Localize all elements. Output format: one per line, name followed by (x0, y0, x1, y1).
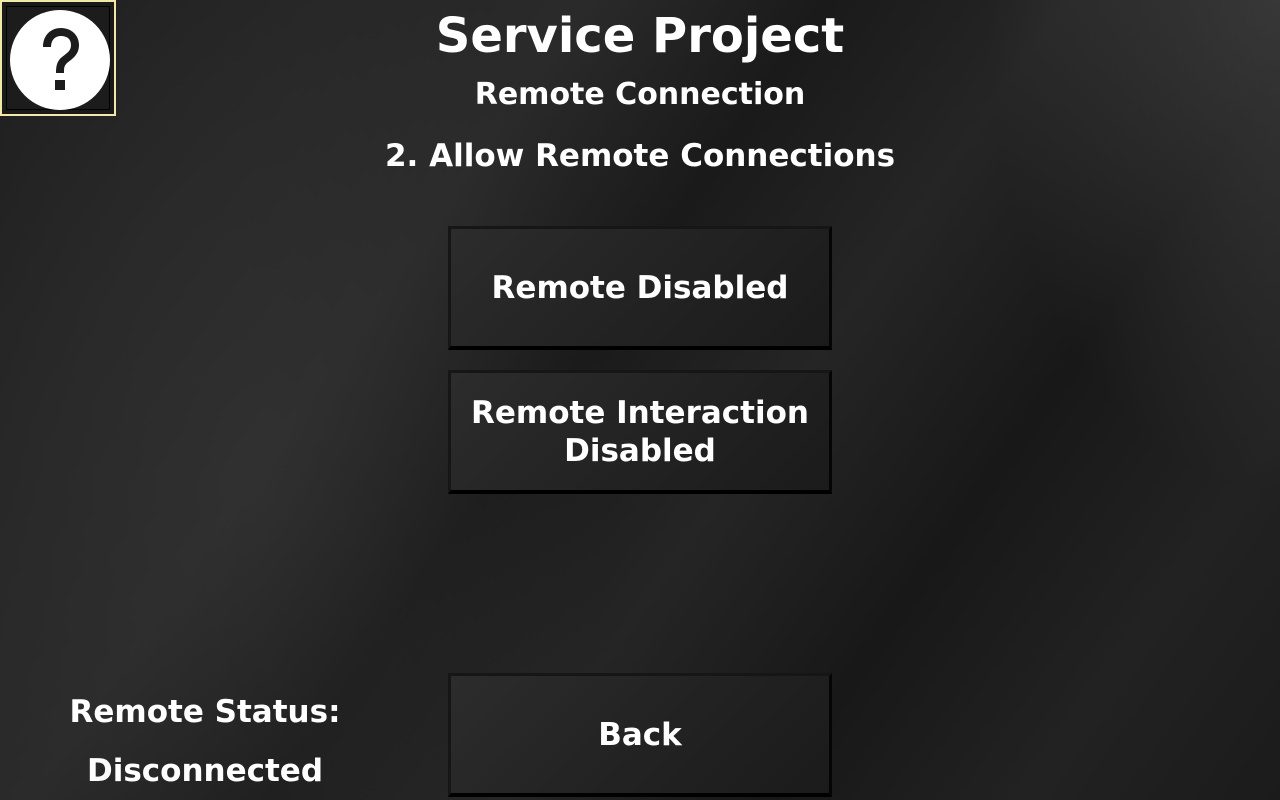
remote-interaction-label: Remote Interaction Disabled (471, 394, 809, 470)
remote-status-label: Remote Status: (69, 694, 341, 730)
page-title: Service Project (435, 8, 845, 64)
remote-interaction-disabled-button[interactable]: Remote Interaction Disabled (448, 370, 832, 494)
remote-disabled-button[interactable]: Remote Disabled (448, 226, 832, 350)
remote-disabled-label: Remote Disabled (491, 269, 789, 306)
back-button[interactable]: Back (448, 673, 832, 797)
remote-status-value: Disconnected (86, 753, 324, 789)
step-heading: 2. Allow Remote Connections (384, 138, 896, 174)
remote-interaction-label-line1: Remote Interaction (471, 394, 809, 431)
remote-interaction-label-line2: Disabled (564, 432, 716, 469)
page-subtitle: Remote Connection (474, 77, 806, 112)
back-label: Back (598, 716, 682, 753)
